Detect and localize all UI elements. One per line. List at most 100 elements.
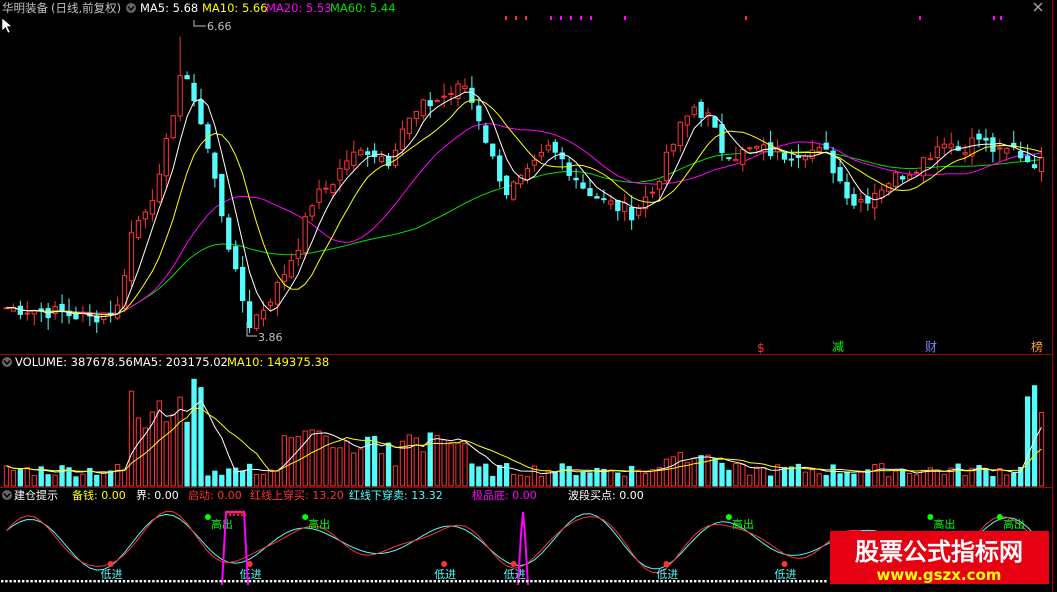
baseline-dot bbox=[257, 580, 260, 583]
candle-body bbox=[698, 101, 704, 118]
volume-bar bbox=[698, 455, 704, 487]
candle bbox=[240, 256, 246, 313]
candle bbox=[670, 143, 677, 157]
baseline-dot bbox=[85, 580, 88, 583]
sell-label: 高出 bbox=[1003, 517, 1025, 531]
marker-ranking[interactable]: 榜 bbox=[1031, 339, 1043, 354]
baseline-dot bbox=[580, 580, 583, 583]
volume-bar bbox=[809, 469, 815, 487]
candle bbox=[455, 80, 461, 107]
volume-bar bbox=[580, 472, 586, 487]
candle bbox=[663, 144, 670, 186]
baseline-dot bbox=[215, 580, 218, 583]
candle-body bbox=[962, 152, 968, 155]
baseline-dot bbox=[509, 580, 512, 583]
baseline-dot bbox=[807, 580, 810, 583]
volume-bar bbox=[240, 470, 246, 487]
volume-bar bbox=[955, 463, 961, 487]
candle bbox=[177, 36, 183, 122]
marker-dollar[interactable]: $ bbox=[757, 341, 765, 355]
candle-body bbox=[719, 124, 725, 153]
candle-body bbox=[399, 128, 406, 150]
baseline-dot bbox=[656, 580, 659, 583]
volume-bar bbox=[497, 464, 503, 487]
candle bbox=[538, 143, 545, 161]
candle bbox=[309, 204, 315, 221]
candle-body bbox=[483, 125, 489, 143]
candle bbox=[684, 115, 690, 138]
baseline-dot bbox=[160, 580, 163, 583]
marker-finance[interactable]: 财 bbox=[925, 340, 937, 354]
event-markers: $ 减 财 榜 bbox=[757, 339, 1043, 355]
buy-dot bbox=[781, 561, 788, 567]
candle bbox=[851, 187, 857, 209]
volume-bar bbox=[754, 466, 760, 487]
baseline-dot bbox=[206, 580, 210, 583]
baseline-dot bbox=[610, 580, 613, 583]
volume-collapse-icon[interactable] bbox=[2, 357, 12, 367]
volume-bar bbox=[802, 471, 808, 487]
top-dot bbox=[560, 16, 562, 20]
volume-bar bbox=[587, 472, 593, 487]
baseline-dot bbox=[643, 580, 646, 583]
candle-body bbox=[740, 148, 746, 165]
candlesticks bbox=[3, 36, 1045, 334]
volume-bar bbox=[385, 442, 392, 487]
volume-ma5: MA5: 203175.02 bbox=[133, 355, 228, 369]
indicator-item-1: 界: 0.00 bbox=[136, 489, 179, 502]
indicator-collapse-icon[interactable] bbox=[2, 490, 12, 500]
baseline-dot bbox=[135, 580, 138, 583]
top-dot bbox=[624, 16, 626, 20]
baseline-dot bbox=[719, 580, 722, 583]
candle bbox=[448, 86, 454, 106]
volume-bar bbox=[309, 429, 315, 487]
candle-body bbox=[531, 159, 538, 166]
candle bbox=[108, 300, 114, 323]
volume-bar bbox=[45, 474, 51, 487]
volume-bar bbox=[670, 456, 677, 487]
candle bbox=[344, 150, 350, 175]
baseline-dot bbox=[723, 580, 726, 583]
collapse-toggle-icon[interactable] bbox=[126, 3, 136, 13]
volume-bar bbox=[510, 473, 517, 487]
candle-body bbox=[406, 117, 413, 134]
baseline-dot bbox=[114, 580, 117, 583]
candle-body bbox=[573, 177, 579, 181]
candle-body bbox=[754, 146, 760, 149]
candle-body bbox=[170, 115, 176, 139]
candle bbox=[323, 180, 329, 194]
baseline-dot bbox=[496, 580, 499, 583]
candle bbox=[490, 143, 496, 160]
volume-bar bbox=[205, 475, 211, 487]
indicator-item-5: 极品底: 0.00 bbox=[472, 488, 537, 502]
candle-body bbox=[246, 301, 253, 329]
baseline-dot bbox=[219, 580, 222, 583]
candle-body bbox=[441, 95, 447, 98]
candle bbox=[691, 103, 697, 118]
volume-bar bbox=[80, 473, 86, 487]
buy-label: 低进 bbox=[101, 568, 123, 581]
volume-bar bbox=[629, 465, 635, 487]
baseline-dot bbox=[538, 580, 541, 583]
candle-body bbox=[233, 246, 239, 270]
bottom-dots bbox=[1, 580, 827, 583]
baseline-dot bbox=[122, 580, 126, 583]
volume-bar bbox=[844, 471, 850, 487]
baseline-dot bbox=[521, 580, 525, 583]
top-dot bbox=[745, 16, 747, 20]
candle-body bbox=[149, 200, 156, 215]
candle-body bbox=[1018, 151, 1024, 159]
candle-body bbox=[788, 158, 795, 161]
candle-body bbox=[649, 191, 656, 194]
volume-bar bbox=[316, 430, 322, 487]
candle bbox=[288, 253, 294, 279]
marker-reduce[interactable]: 减 bbox=[832, 340, 844, 354]
candle bbox=[566, 156, 572, 181]
volume-bar bbox=[761, 467, 767, 487]
candle-body bbox=[615, 199, 621, 212]
baseline-dot bbox=[689, 580, 693, 583]
baseline-dot bbox=[500, 580, 504, 583]
ma20-line bbox=[6, 123, 1042, 314]
baseline-dot bbox=[240, 580, 243, 583]
close-icon[interactable] bbox=[1033, 2, 1043, 12]
